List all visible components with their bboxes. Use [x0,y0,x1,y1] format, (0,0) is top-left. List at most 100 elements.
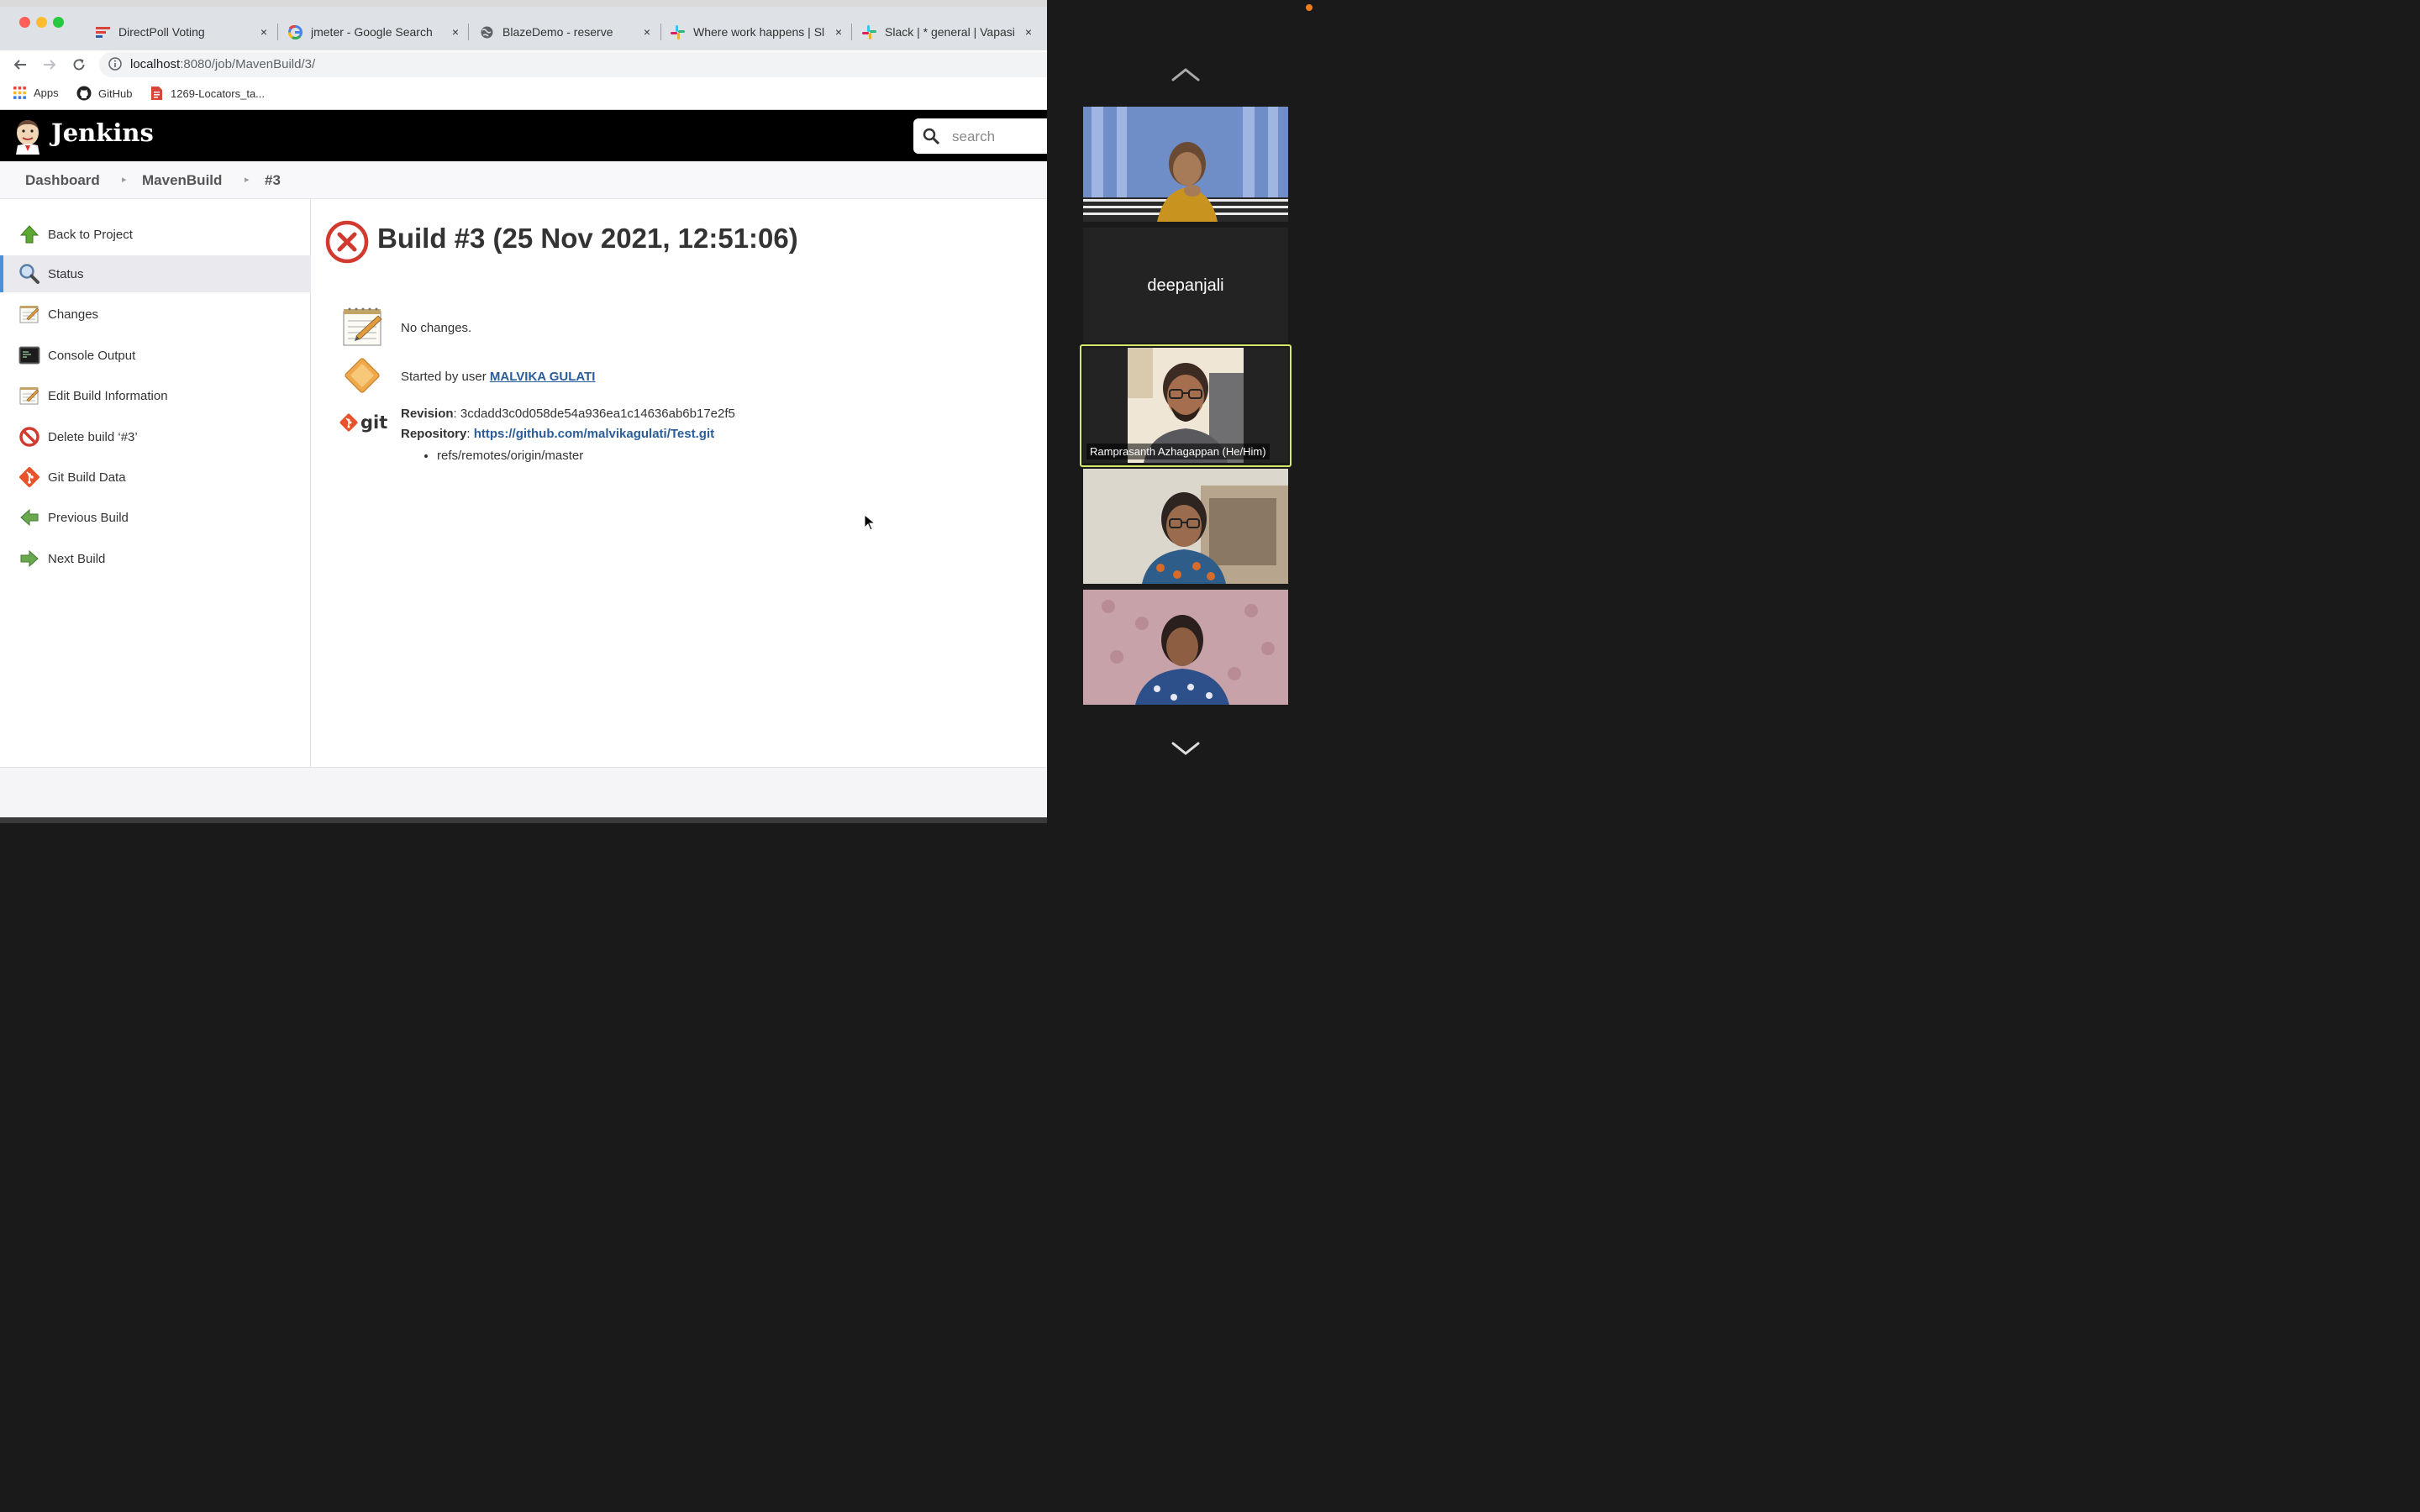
close-tab-icon[interactable]: × [832,25,845,39]
sidebar-item-next-build[interactable]: Next Build [0,540,310,577]
repository-link[interactable]: https://github.com/malvikagulati/Test.gi… [474,427,714,441]
participant-name-label: Ramprasanth Azhagappan (He/Him) [1086,444,1270,459]
browser-tab[interactable]: DirectPoll Voting × [96,13,271,50]
started-by-prefix: Started by user [401,370,490,384]
github-icon [76,86,92,101]
jenkins-brand[interactable]: Jenkins [51,118,154,147]
back-button[interactable] [9,54,31,76]
started-by-line: Started by user MALVIKA GULATI [401,370,595,384]
tab-divider [660,24,661,40]
sidebar-item-back-to-project[interactable]: Back to Project [0,216,310,253]
search-placeholder: search [952,129,996,144]
participant-video-image [1083,107,1288,222]
repository-line: Repository: https://github.com/malvikagu… [401,427,715,441]
close-tab-icon[interactable]: × [257,25,271,39]
info-icon[interactable] [108,57,122,71]
revision-line: Revision: 3cdadd3c0d058de54a936ea1c14636… [401,407,735,421]
minimize-window-button[interactable] [36,17,47,28]
url-text[interactable]: localhost:8080/job/MavenBuild/3/ [130,57,315,71]
sidebar-item-label: Next Build [48,551,106,566]
forward-arrow-icon [44,60,56,70]
directpoll-icon [96,26,110,38]
apps-grid-icon [13,87,26,99]
tab-divider [277,24,278,40]
reload-icon [73,59,85,71]
google-icon [288,24,302,39]
participant-name: deepanjali [1147,276,1224,295]
participant-video-image [1083,590,1288,705]
tab-divider [468,24,469,40]
sidebar-item-delete-build[interactable]: Delete build ‘#3’ [0,418,310,455]
close-window-button[interactable] [19,17,30,28]
globe-icon [481,26,493,38]
bookmark-locators[interactable]: 1269-Locators_ta... [150,86,265,101]
browser-tab[interactable]: BlazeDemo - reserve × [480,13,654,50]
notepad-icon [19,387,39,405]
close-tab-icon[interactable]: × [1022,25,1035,39]
browser-tab[interactable]: jmeter - Google Search × [288,13,462,50]
sidebar-item-label: Edit Build Information [48,388,168,403]
participant-video-tile[interactable] [1083,107,1288,222]
terminal-icon [18,346,40,365]
bookmark-github[interactable]: GitHub [76,86,132,101]
bookmark-apps[interactable]: Apps [13,86,59,100]
back-arrow-icon [13,60,26,70]
revision-label: Revision [401,407,454,421]
tab-title: jmeter - Google Search [311,25,433,39]
url-path: :8080/job/MavenBuild/3/ [180,57,316,71]
sidebar-item-git-build-data[interactable]: Git Build Data [0,459,310,496]
participant-video-image [1083,469,1288,584]
magnifier-icon [19,264,39,284]
main-panel [311,199,1047,767]
notepad-icon [19,306,39,323]
browser-tab[interactable]: Where work happens | Sl × [671,13,845,50]
no-entry-icon [19,427,39,447]
started-by-user-link[interactable]: MALVIKA GULATI [490,370,596,384]
url-host: localhost [130,57,181,71]
chevron-up-icon[interactable] [1171,67,1200,82]
revision-hash: 3cdadd3c0d058de54a936ea1c14636ab6b17e2f5 [460,407,735,421]
maximize-window-button[interactable] [53,17,64,28]
chevron-down-icon[interactable] [1171,741,1200,756]
tab-title: Where work happens | Sl [693,25,825,39]
tab-divider [851,24,852,40]
sidebar-item-label: Previous Build [48,510,129,525]
no-changes-text: No changes. [401,321,472,335]
repository-label: Repository [401,427,467,441]
bookmark-label: Apps [34,87,59,99]
user-cause-icon [345,358,380,393]
tab-title: Slack | * general | Vapasi [885,25,1015,39]
breadcrumb-dashboard[interactable]: Dashboard [25,172,100,189]
jenkins-logo-icon[interactable] [13,118,43,155]
bookmark-label: 1269-Locators_ta... [171,87,266,100]
participant-video-tile[interactable] [1083,469,1288,584]
window-bottom-edge [0,817,1047,823]
participant-name-tile[interactable]: deepanjali [1083,228,1288,343]
sidebar-item-changes[interactable]: Changes [0,296,310,333]
breadcrumb-separator-icon: ▸ [245,175,250,185]
breadcrumb-build-3[interactable]: #3 [265,172,281,189]
participant-video-tile-active[interactable]: Ramprasanth Azhagappan (He/Him) [1083,348,1288,463]
sidebar-item-previous-build[interactable]: Previous Build [0,499,310,536]
jenkins-header [0,110,1047,161]
branch-item: refs/remotes/origin/master [437,447,583,465]
sidebar-item-edit-build-information[interactable]: Edit Build Information [0,377,310,414]
reload-button[interactable] [68,54,90,76]
macos-menubar [0,0,1047,7]
tab-title: DirectPoll Voting [118,25,205,39]
sidebar-item-label: Back to Project [48,227,133,242]
document-icon [151,87,162,100]
browser-tab[interactable]: Slack | * general | Vapasi × [862,13,1035,50]
close-tab-icon[interactable]: × [449,25,462,39]
breadcrumb-mavenbuild[interactable]: MavenBuild [142,172,222,189]
forward-button[interactable] [39,54,60,76]
git-icon [339,413,358,432]
participant-video-tile[interactable] [1083,590,1288,705]
sidebar-item-label: Console Output [48,348,136,363]
sidebar-item-status[interactable]: Status [0,255,313,292]
sidebar-item-console-output[interactable]: Console Output [0,337,310,374]
build-failed-icon [325,220,369,264]
sidebar-item-label: Git Build Data [48,470,126,485]
up-arrow-icon [19,225,39,244]
close-tab-icon[interactable]: × [640,25,654,39]
